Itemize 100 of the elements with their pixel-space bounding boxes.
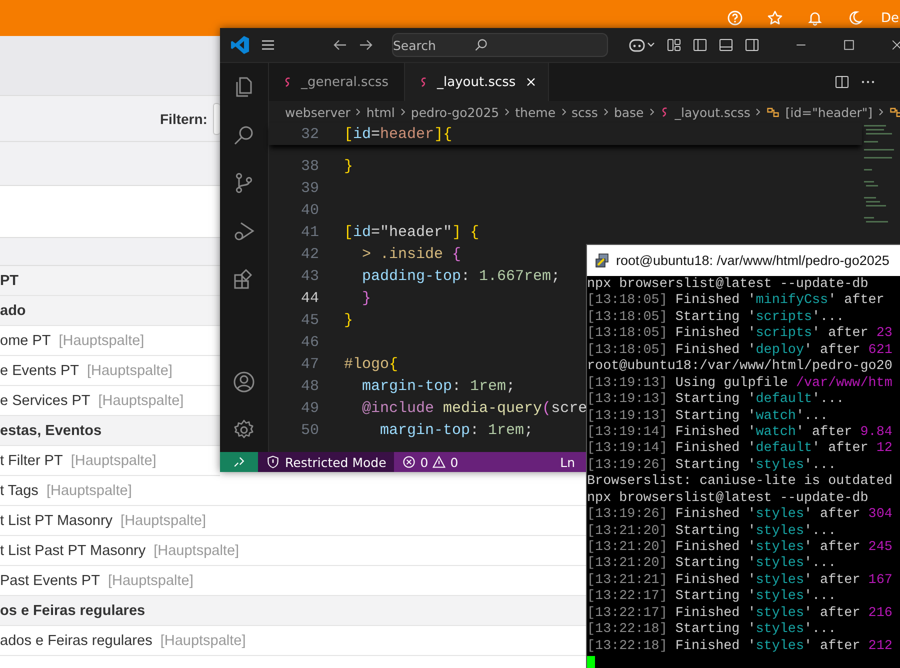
panel-toggle-icon[interactable]	[718, 37, 734, 53]
group-label: PT	[0, 272, 19, 288]
column-tag: [Hauptspalte]	[160, 632, 246, 648]
copilot-icon[interactable]	[628, 37, 656, 53]
row-label: ome PT	[0, 332, 51, 348]
code-line: > .inside {	[361, 246, 462, 262]
problems-button[interactable]: 0 0	[394, 454, 466, 470]
error-icon	[402, 455, 416, 469]
code-line: @include media-query(scre	[361, 400, 588, 416]
chevron-icon	[560, 107, 567, 117]
restricted-mode-button[interactable]: Restricted Mode	[258, 452, 394, 472]
column-tag: [Hauptspalte]	[120, 512, 206, 528]
chevron-icon	[648, 107, 655, 117]
chevron-icon	[400, 107, 406, 117]
app-logo-icon	[230, 35, 250, 55]
terminal-line: [13:18:05] Starting 'scripts'...	[587, 310, 846, 326]
terminal-line: [13:21:20] Finished 'styles' after 245	[587, 540, 894, 556]
row-label: e Services PT	[0, 392, 90, 408]
chevron-icon	[878, 107, 884, 117]
row-label: t Tags	[0, 482, 38, 498]
chevron-icon	[504, 107, 510, 117]
code-line: }	[344, 312, 354, 328]
column-tag: [Hauptspalte]	[108, 572, 194, 588]
terminal-line: [13:19:14] Finished 'default' after 12	[587, 441, 894, 458]
help-icon[interactable]	[726, 10, 743, 26]
terminal-line: npx browserslist@latest --update-db	[587, 490, 870, 507]
column-tag: [Hauptspalte]	[70, 452, 156, 468]
line-number: 43	[300, 268, 320, 284]
account-icon[interactable]	[232, 370, 256, 394]
maximize-icon[interactable]	[842, 38, 856, 52]
terminal-line: [13:22:17] Finished 'styles' after 216	[587, 606, 894, 622]
split-editor-icon[interactable]	[834, 74, 850, 90]
line-number: 46	[300, 334, 320, 350]
row-label: t List PT Masonry	[0, 512, 113, 528]
breadcrumb-item[interactable]: base	[614, 104, 644, 120]
line-number: 50	[300, 422, 320, 438]
column-tag: [Hauptspalte]	[98, 392, 184, 408]
terminal-app-icon	[594, 252, 610, 268]
line-number: 32	[300, 126, 320, 142]
breadcrumb-item[interactable]: [id="header"]	[785, 104, 873, 120]
code-line: margin-top: 1rem;	[379, 422, 534, 438]
line-number: 42	[300, 246, 320, 262]
row-label: ados e Feiras regulares	[0, 632, 152, 648]
line-number: 45	[300, 312, 320, 328]
shield-icon	[266, 455, 280, 469]
sass-file-icon	[419, 76, 429, 88]
terminal-line: [13:19:13] Starting 'watch'...	[587, 408, 830, 425]
column-tag: [Hauptspalte]	[58, 332, 144, 348]
row-label: Past Events PT	[0, 572, 100, 588]
terminal-line: [13:19:13] Using gulpfile /var/www/htm	[587, 376, 894, 392]
symbol-icon	[766, 105, 780, 119]
remote-icon	[232, 455, 246, 469]
terminal-line: [13:22:18] Finished 'styles' after 212	[587, 638, 894, 656]
code-line: margin-top: 1rem;	[361, 378, 516, 394]
terminal-line: [13:18:05] Finished 'scripts' after 23	[587, 326, 894, 343]
sass-file-icon	[283, 76, 293, 88]
list-row[interactable]: PT	[0, 266, 220, 296]
breadcrumb-item[interactable]: _layout.scss	[674, 104, 750, 120]
column-tag: [Hauptspalte]	[46, 482, 132, 498]
column-tag: [Hauptspalte]	[154, 542, 240, 558]
code-line: [id=header]{	[344, 126, 452, 142]
terminal-line: root@ubuntu18:/var/www/html/pedro-go20	[587, 359, 894, 376]
breadcrumb-item[interactable]: theme	[515, 104, 556, 120]
editor-tab[interactable]: _layout.scss	[405, 63, 549, 101]
column-tag: [Hauptspalte]	[86, 362, 172, 378]
breadcrumb-item[interactable]: webserver	[285, 104, 350, 120]
terminal-line: [13:19:13] Starting 'default'...	[587, 392, 846, 408]
line-number: 41	[300, 224, 320, 240]
terminal-line: [13:21:20] Starting 'styles'...	[587, 524, 838, 540]
bell-icon[interactable]	[806, 10, 823, 26]
line-number: 40	[300, 202, 320, 218]
line-number: 49	[300, 400, 320, 416]
window-title: root@ubuntu18: /var/www/html/pedro-go2025	[616, 253, 890, 268]
star-icon[interactable]	[766, 10, 783, 26]
terminal-line: npx browserslist@latest --update-db	[587, 277, 870, 293]
sidebar-toggle-icon[interactable]	[692, 37, 708, 53]
breadcrumb-item[interactable]: scss	[572, 104, 598, 120]
cursor-position[interactable]: Ln	[560, 454, 575, 470]
warning-icon	[432, 455, 446, 469]
list-row[interactable]: ado	[0, 296, 220, 326]
breadcrumb-item[interactable]: html	[366, 104, 395, 120]
code-line: }	[361, 290, 372, 306]
layout-icon[interactable]	[666, 37, 682, 53]
secondary-sidebar-icon[interactable]	[744, 37, 760, 53]
terminal-line: [13:18:05] Finished 'minifyCss' after	[587, 293, 886, 310]
list-row[interactable]: estas, Eventos	[0, 416, 220, 446]
moon-icon[interactable]	[846, 10, 863, 26]
symbol-icon	[888, 105, 900, 119]
line-number: 48	[300, 378, 320, 394]
code-line: [id="header"] {	[344, 224, 480, 240]
search-field[interactable]: Search	[392, 33, 608, 57]
terminal-line: [13:22:18] Starting 'styles'...	[587, 622, 838, 639]
close-icon[interactable]	[890, 38, 900, 52]
terminal-line: [13:19:14] Finished 'watch' after 9.84	[587, 424, 894, 441]
breadcrumb-item[interactable]: pedro-go2025	[410, 104, 500, 120]
chevron-icon	[755, 107, 762, 117]
list-row[interactable]: os e Feiras regulares	[0, 596, 586, 626]
sass-file-icon	[660, 106, 670, 118]
remote-button[interactable]	[220, 452, 258, 472]
terminal-line: [13:22:17] Starting 'styles'...	[587, 589, 838, 606]
